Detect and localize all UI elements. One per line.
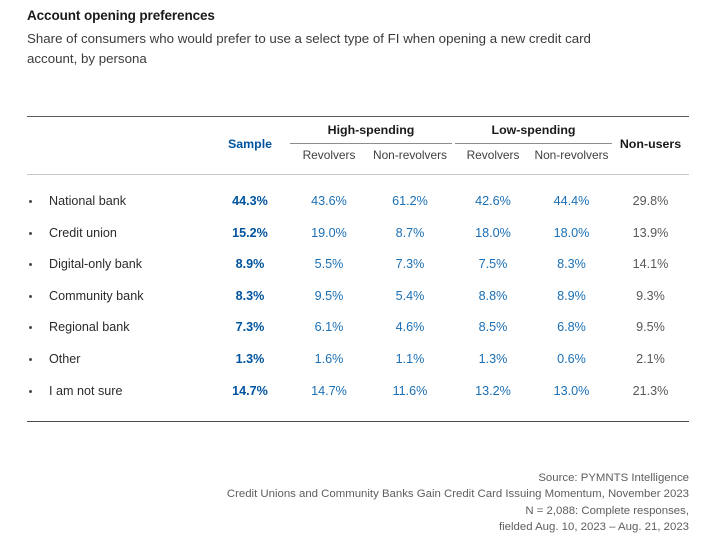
source-line-1: Source: PYMNTS Intelligence: [538, 472, 689, 484]
column-header-low-revolvers: Revolvers: [466, 148, 520, 162]
cell-low-revolvers: 18.0%: [475, 225, 511, 240]
cell-sample: 44.3%: [232, 194, 268, 208]
cell-high-non-revolvers: 7.3%: [395, 257, 425, 272]
row-label: I am not sure: [49, 383, 123, 398]
cell-low-non-revolvers: 0.6%: [557, 351, 586, 366]
row-label: Other: [49, 351, 81, 366]
column-header-high-revolvers: Revolvers: [302, 148, 356, 162]
cell-high-non-revolvers: 5.4%: [395, 288, 425, 303]
cell-low-non-revolvers: 13.0%: [553, 383, 590, 398]
cell-high-revolvers: 14.7%: [311, 383, 347, 398]
row-label: Community bank: [49, 288, 144, 303]
cell-high-non-revolvers: 11.6%: [392, 383, 428, 398]
cell-low-non-revolvers: 8.3%: [557, 257, 586, 272]
cell-sample: 7.3%: [235, 320, 265, 335]
cell-non-users: 29.8%: [632, 194, 669, 208]
cell-low-non-revolvers: 6.8%: [557, 320, 586, 335]
cell-low-revolvers: 13.2%: [475, 383, 511, 398]
bullet-icon: [29, 326, 32, 330]
cell-low-non-revolvers: 44.4%: [553, 194, 590, 208]
cell-sample: 1.3%: [235, 351, 265, 366]
source-line-2: Credit Unions and Community Banks Gain C…: [226, 488, 689, 501]
cell-sample: 8.3%: [235, 288, 265, 303]
cell-high-revolvers: 19.0%: [311, 225, 347, 240]
table-bottom-rule: [27, 421, 689, 423]
cell-non-users: 13.9%: [632, 225, 669, 240]
bullet-icon: [29, 263, 32, 267]
cell-high-revolvers: 6.1%: [314, 320, 344, 335]
table-row: Other 1.3% 1.6% 1.1% 1.3% 0.6% 2.1%: [27, 345, 689, 377]
cell-low-revolvers: 8.5%: [478, 320, 508, 335]
cell-sample: 8.9%: [235, 257, 265, 272]
table-row: Credit union 15.2% 19.0% 8.7% 18.0% 18.0…: [27, 219, 689, 251]
cell-high-non-revolvers: 4.6%: [395, 320, 425, 335]
cell-low-revolvers: 42.6%: [475, 194, 511, 208]
cell-non-users: 9.3%: [636, 288, 665, 303]
cell-high-revolvers: 43.6%: [311, 194, 347, 208]
cell-low-non-revolvers: 18.0%: [553, 225, 590, 240]
cell-non-users: 21.3%: [632, 383, 669, 398]
page-title: Account opening preferences: [27, 8, 215, 23]
table-body: National bank 44.3% 43.6% 61.2% 42.6% 44…: [27, 175, 689, 421]
row-label: Credit union: [49, 225, 117, 240]
column-header-sample: Sample: [227, 137, 273, 151]
cell-non-users: 2.1%: [636, 351, 665, 366]
table-row: I am not sure 14.7% 14.7% 11.6% 13.2% 13…: [27, 377, 689, 409]
body-bottom-spacer: [27, 408, 689, 421]
cell-low-revolvers: 7.5%: [478, 257, 508, 272]
cell-high-revolvers: 9.5%: [314, 288, 344, 303]
body-top-spacer: [27, 175, 689, 187]
column-header-high-non-revolvers: Non-revolvers: [372, 148, 447, 162]
bullet-icon: [29, 200, 32, 203]
cell-low-revolvers: 1.3%: [478, 351, 508, 366]
column-header-non-users: Non-users: [619, 137, 682, 151]
row-label: National bank: [49, 194, 127, 208]
source-footer: Source: PYMNTS Intelligence Credit Union…: [27, 470, 689, 536]
cell-low-non-revolvers: 8.9%: [557, 288, 586, 303]
cell-non-users: 14.1%: [632, 257, 669, 272]
column-header-low-non-revolvers: Non-revolvers: [534, 148, 609, 162]
cell-sample: 15.2%: [232, 225, 268, 240]
group-rule-low-spending: [455, 143, 612, 144]
cell-sample: 14.7%: [232, 383, 268, 398]
bullet-icon: [29, 294, 32, 298]
table-row: Community bank 8.3% 9.5% 5.4% 8.8% 8.9% …: [27, 282, 689, 314]
cell-non-users: 9.5%: [636, 320, 665, 335]
cell-high-non-revolvers: 1.1%: [395, 351, 425, 366]
table-header: Sample High-spending Low-spending Revolv…: [27, 117, 689, 174]
table-row: National bank 44.3% 43.6% 61.2% 42.6% 44…: [27, 187, 689, 219]
data-table: Sample High-spending Low-spending Revolv…: [27, 116, 689, 423]
column-group-header-low-spending: Low-spending: [491, 123, 576, 137]
row-label: Digital-only bank: [49, 257, 143, 272]
bullet-icon: [29, 231, 32, 235]
header-block: Account opening preferences Share of con…: [27, 7, 687, 68]
source-line-4: fielded Aug. 10, 2023 – Aug. 21, 2023: [498, 521, 689, 534]
source-line-3: N = 2,088: Complete responses,: [525, 504, 689, 517]
page-subtitle: Share of consumers who would prefer to u…: [27, 31, 591, 66]
bullet-icon: [29, 389, 32, 393]
column-group-header-high-spending: High-spending: [327, 123, 415, 137]
cell-high-non-revolvers: 61.2%: [392, 194, 428, 208]
cell-high-non-revolvers: 8.7%: [395, 225, 425, 240]
cell-high-revolvers: 5.5%: [314, 257, 344, 272]
table-row: Regional bank 7.3% 6.1% 4.6% 8.5% 6.8% 9…: [27, 313, 689, 345]
bullet-icon: [29, 357, 32, 361]
row-label: Regional bank: [49, 320, 130, 335]
group-rule-high-spending: [290, 143, 452, 144]
cell-high-revolvers: 1.6%: [314, 351, 344, 366]
cell-low-revolvers: 8.8%: [478, 288, 508, 303]
table-row: Digital-only bank 8.9% 5.5% 7.3% 7.5% 8.…: [27, 250, 689, 282]
